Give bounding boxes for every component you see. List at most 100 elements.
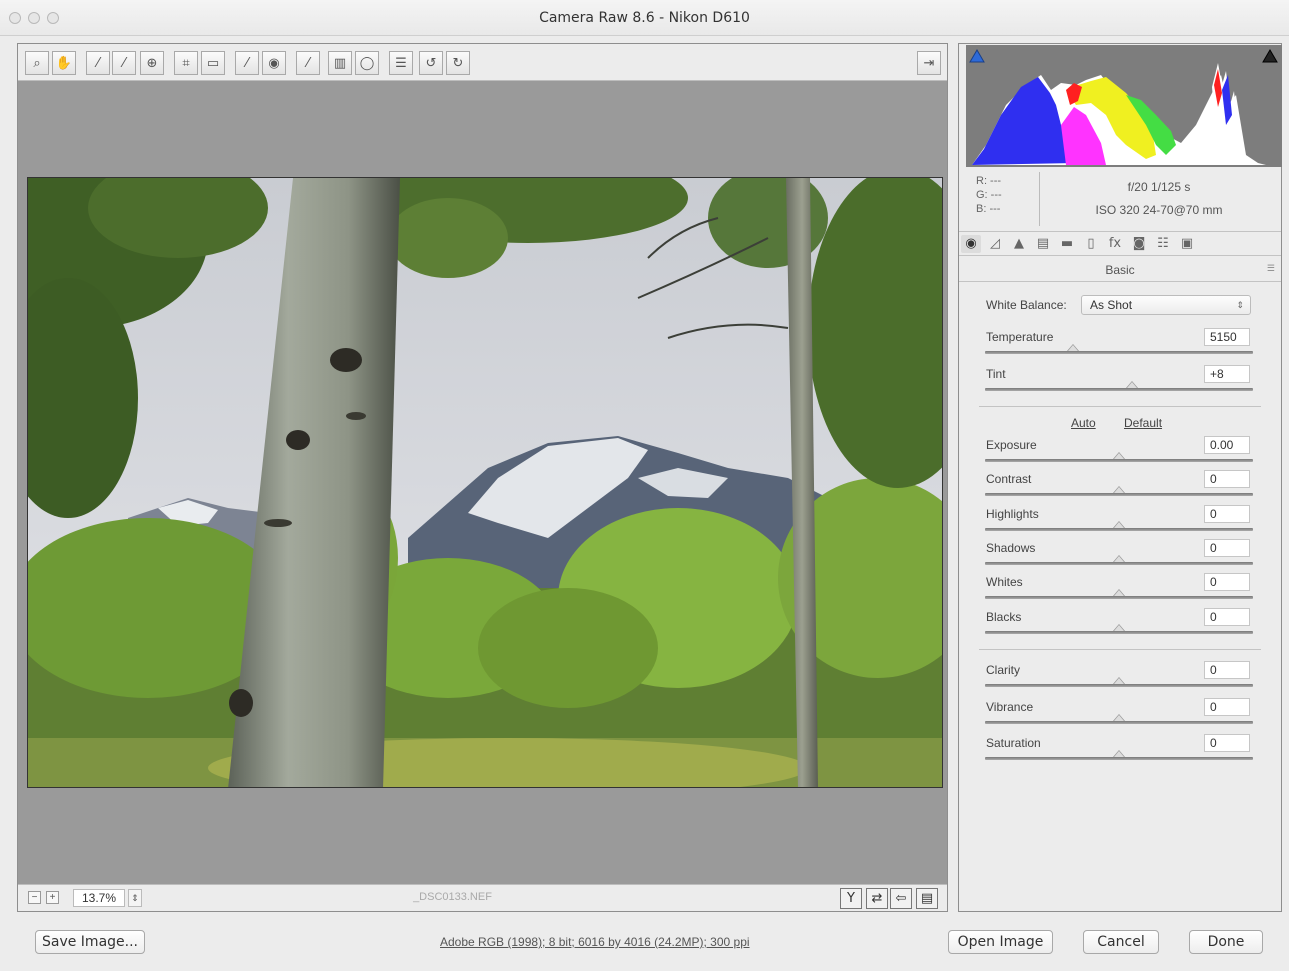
saturation-value-field[interactable]: 0 (1204, 734, 1250, 752)
contrast-slider[interactable] (985, 486, 1253, 496)
exposure-value-field[interactable]: 0.00 (1204, 436, 1250, 454)
tint-label: Tint (986, 367, 1006, 381)
window-title: Camera Raw 8.6 - Nikon D610 (539, 10, 750, 26)
temperature-slider[interactable] (985, 344, 1253, 354)
done-button[interactable]: Done (1189, 930, 1263, 954)
hand-icon[interactable]: ✋ (52, 51, 76, 75)
preferences-icon[interactable]: ☰ (389, 51, 413, 75)
lens-corrections-tab-icon[interactable]: ▯ (1081, 235, 1101, 253)
spot-removal-icon[interactable]: ⁄ (235, 51, 259, 75)
panel-title: Basic (1105, 263, 1135, 277)
tint-value-field[interactable]: +8 (1204, 365, 1250, 383)
clarity-slider-thumb[interactable] (1113, 677, 1125, 684)
adjustments-panel: R: --- G: --- B: --- f/20 1/125 s ISO 32… (958, 43, 1282, 912)
camera-calibration-tab-icon[interactable]: ◙ (1129, 235, 1149, 253)
highlights-value-field[interactable]: 0 (1204, 505, 1250, 523)
white-balance-icon[interactable]: ⁄ (86, 51, 110, 75)
temperature-slider-thumb[interactable] (1067, 344, 1080, 351)
preview-area: ⌕ ✋ ⁄ ⁄ ⊕ ⌗ ▭ ⁄ ◉ ⁄ ▥ ◯ ☰ ↺ ↻ ⇥ − + 13.7… (17, 43, 948, 912)
whites-slider[interactable] (985, 589, 1253, 599)
default-link[interactable]: Default (1124, 416, 1162, 430)
zoom-icon[interactable]: ⌕ (25, 51, 49, 75)
highlight-clipping-button[interactable] (1262, 49, 1278, 63)
shadows-label: Shadows (986, 541, 1036, 555)
save-image-button[interactable]: Save Image... (35, 930, 145, 954)
rotate-left-icon[interactable]: ↺ (419, 51, 443, 75)
lens-info: ISO 320 24-70@70 mm (1095, 203, 1223, 217)
exposure-slider-thumb[interactable] (1113, 452, 1125, 459)
panel-tabs: ◉ ◿ ▲ ▤ ▬ ▯ fx ◙ ☷ ▣ (959, 231, 1281, 256)
section-divider (979, 406, 1261, 407)
highlights-slider[interactable] (985, 521, 1253, 531)
title-bar: Camera Raw 8.6 - Nikon D610 (0, 0, 1289, 36)
whites-value-field[interactable]: 0 (1204, 573, 1250, 591)
readout-divider (1039, 172, 1040, 226)
adjustment-brush-icon[interactable]: ⁄ (296, 51, 320, 75)
open-image-button[interactable]: Open Image (948, 930, 1053, 954)
detail-tab-icon[interactable]: ▲ (1009, 235, 1029, 253)
fullscreen-icon[interactable]: ⇥ (917, 51, 941, 75)
contrast-label: Contrast (986, 472, 1032, 486)
targeted-adjustment-icon[interactable]: ⊕ (140, 51, 164, 75)
crop-icon[interactable]: ⌗ (174, 51, 198, 75)
red-eye-icon[interactable]: ◉ (262, 51, 286, 75)
shadows-slider[interactable] (985, 555, 1253, 565)
tone-curve-tab-icon[interactable]: ◿ (985, 235, 1005, 253)
swap-icon[interactable]: ⇄ (866, 888, 888, 909)
auto-link[interactable]: Auto (1071, 416, 1096, 430)
vibrance-slider[interactable] (985, 714, 1253, 724)
image-preview[interactable] (27, 177, 943, 788)
shadow-clipping-button[interactable] (969, 49, 985, 63)
split-toning-tab-icon[interactable]: ▬ (1057, 235, 1077, 253)
toggle-settings-icon[interactable]: ▤ (916, 888, 938, 909)
white-balance-label: White Balance: (986, 298, 1067, 312)
saturation-label: Saturation (986, 736, 1041, 750)
file-name: _DSC0133.NEF (413, 891, 492, 903)
clarity-slider[interactable] (985, 677, 1253, 687)
temperature-value-field[interactable]: 5150 (1204, 328, 1250, 346)
color-sampler-icon[interactable]: ⁄ (112, 51, 136, 75)
workflow-options-link[interactable]: Adobe RGB (1998); 8 bit; 6016 by 4016 (2… (440, 935, 750, 949)
saturation-slider[interactable] (985, 750, 1253, 760)
pixel-readout: R: --- G: --- B: --- f/20 1/125 s ISO 32… (959, 172, 1281, 228)
tint-slider[interactable] (985, 381, 1253, 391)
saturation-slider-thumb[interactable] (1113, 750, 1125, 757)
cancel-button[interactable]: Cancel (1083, 930, 1159, 954)
whites-label: Whites (986, 575, 1023, 589)
shadows-value-field[interactable]: 0 (1204, 539, 1250, 557)
white-balance-select[interactable]: As Shot ⇕ (1081, 295, 1251, 315)
before-after-icon[interactable]: Y (840, 888, 862, 909)
hsl-tab-icon[interactable]: ▤ (1033, 235, 1053, 253)
blacks-slider[interactable] (985, 624, 1253, 634)
whites-slider-thumb[interactable] (1113, 589, 1125, 596)
presets-tab-icon[interactable]: ☷ (1153, 235, 1173, 253)
straighten-icon[interactable]: ▭ (201, 51, 225, 75)
exposure-slider[interactable] (985, 452, 1253, 462)
radial-filter-icon[interactable]: ◯ (355, 51, 379, 75)
vibrance-label: Vibrance (986, 700, 1034, 714)
tool-bar: ⌕ ✋ ⁄ ⁄ ⊕ ⌗ ▭ ⁄ ◉ ⁄ ▥ ◯ ☰ ↺ ↻ ⇥ (18, 44, 947, 81)
section-divider (979, 649, 1261, 650)
snapshots-tab-icon[interactable]: ▣ (1177, 235, 1197, 253)
select-arrows-icon: ⇕ (1236, 300, 1244, 310)
highlights-label: Highlights (986, 507, 1039, 521)
basic-tab-icon[interactable]: ◉ (961, 235, 981, 253)
clarity-value-field[interactable]: 0 (1204, 661, 1250, 679)
temperature-label: Temperature (986, 330, 1054, 344)
exposure-info: f/20 1/125 s (1127, 180, 1191, 194)
blacks-value-field[interactable]: 0 (1204, 608, 1250, 626)
effects-tab-icon[interactable]: fx (1105, 235, 1125, 253)
blacks-slider-thumb[interactable] (1113, 624, 1125, 631)
photo-aspen-mountain (28, 178, 942, 787)
panel-menu-icon[interactable]: ☰ (1267, 263, 1275, 274)
shadows-slider-thumb[interactable] (1113, 555, 1125, 562)
graduated-filter-icon[interactable]: ▥ (328, 51, 352, 75)
vibrance-slider-thumb[interactable] (1113, 714, 1125, 721)
highlights-slider-thumb[interactable] (1113, 521, 1125, 528)
vibrance-value-field[interactable]: 0 (1204, 698, 1250, 716)
copy-settings-icon[interactable]: ⇦ (890, 888, 912, 909)
tint-slider-thumb[interactable] (1126, 381, 1139, 388)
rotate-right-icon[interactable]: ↻ (446, 51, 470, 75)
contrast-slider-thumb[interactable] (1113, 486, 1125, 493)
contrast-value-field[interactable]: 0 (1204, 470, 1250, 488)
